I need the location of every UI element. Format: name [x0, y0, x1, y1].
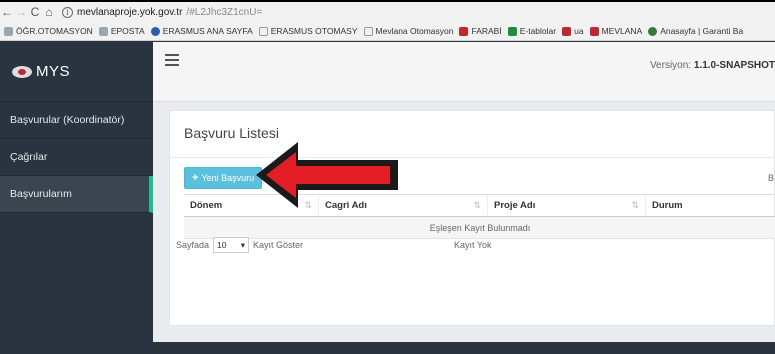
bookmark-e-tablolar[interactable]: E-tablolar	[507, 26, 556, 36]
column-header-proje-adi[interactable]: Proje Adı ⇅	[488, 195, 646, 216]
clover-icon	[648, 26, 658, 36]
version-info: Versiyon: 1.1.0-SNAPSHOT	[649, 60, 775, 71]
record-status: Kayıt Yok	[454, 240, 492, 250]
address-bar[interactable]: i mevlanaproje.yok.gov.tr/#L2Jhc3Z1cnU=	[62, 6, 263, 18]
document-icon	[258, 26, 268, 36]
page-size-select[interactable]: 10 ▾	[213, 237, 250, 253]
caret-down-icon: ▾	[240, 239, 246, 250]
yok-logo-icon	[459, 26, 469, 36]
search-label: B	[767, 173, 774, 183]
footer-strip	[153, 342, 775, 354]
new-application-button[interactable]: + Yeni Başvuru	[184, 167, 263, 189]
brand[interactable]: MYS	[0, 42, 153, 102]
bookmark-mevlana[interactable]: MEVLANA	[589, 26, 642, 36]
forward-icon[interactable]: →	[14, 3, 28, 21]
info-icon[interactable]: i	[62, 6, 73, 18]
top-bar: Versiyon: 1.1.0-SNAPSHOT	[153, 42, 775, 102]
bookmark-mevlana-otomasyon[interactable]: Mevlana Otomasyon	[363, 26, 453, 36]
column-header-durum[interactable]: Durum	[646, 195, 775, 216]
globe-icon	[150, 26, 160, 36]
sidebar-item-basvurularim[interactable]: Başvurularım	[0, 176, 153, 213]
sort-icon: ⇅	[473, 200, 481, 210]
page-icon	[98, 26, 108, 36]
yok-logo-icon	[12, 65, 32, 78]
flag-icon	[562, 26, 572, 36]
bookmarks-bar: ÖĞR.OTOMASYON EPOSTA ERASMUS ANA SAYFA E…	[0, 22, 775, 41]
browser-toolbar: ← → C ⌂ i mevlanaproje.yok.gov.tr/#L2Jhc…	[0, 0, 775, 22]
bookmark-erasmus-ana[interactable]: ERASMUS ANA SAYFA	[150, 26, 253, 36]
main-content: Başvuru Listesi + Yeni Başvuru B Dönem ⇅ …	[153, 102, 775, 354]
page-title: Başvuru Listesi	[184, 125, 279, 141]
sidebar-item-label: Çağrılar	[10, 151, 48, 163]
page-size-suffix: Kayıt Göster	[253, 240, 304, 250]
bookmark-ua[interactable]: ua	[562, 26, 584, 36]
document-icon	[363, 26, 373, 36]
back-icon[interactable]: ←	[0, 3, 14, 21]
bookmark-farabi[interactable]: FARABİ	[459, 26, 502, 36]
spreadsheet-icon	[507, 26, 517, 36]
sidebar: MYS Başvurular (Koordinatör) Çağrılar Ba…	[0, 42, 153, 354]
bookmark-eposta[interactable]: EPOSTA	[98, 26, 145, 36]
url-host: mevlanaproje.yok.gov.tr	[77, 6, 183, 18]
bookmark-ogr-otomasyon[interactable]: ÖĞR.OTOMASYON	[4, 26, 93, 36]
empty-table-row: Eşleşen Kayıt Bulunmadı	[184, 217, 775, 239]
menu-icon[interactable]	[165, 54, 179, 66]
page-size-prefix: Sayfada	[176, 240, 210, 250]
empty-message: Eşleşen Kayıt Bulunmadı	[429, 222, 531, 233]
reload-icon[interactable]: C	[28, 3, 42, 21]
home-icon[interactable]: ⌂	[42, 3, 56, 21]
bookmark-garanti[interactable]: Anasayfa | Garanti Ba	[648, 26, 743, 36]
page-icon	[4, 26, 13, 36]
sidebar-item-basvurular-koordinator[interactable]: Başvurular (Koordinatör)	[0, 102, 153, 139]
bookmark-erasmus-otomasyon[interactable]: ERASMUS OTOMASY	[258, 26, 358, 36]
sidebar-item-cagrilar[interactable]: Çağrılar	[0, 139, 153, 176]
sidebar-item-label: Başvurular (Koordinatör)	[10, 114, 125, 126]
yok-logo-icon	[589, 26, 599, 36]
brand-name: MYS	[36, 63, 71, 80]
version-value: 1.1.0-SNAPSHOT	[693, 60, 775, 71]
sort-icon: ⇅	[631, 200, 639, 210]
annotation-arrow-icon	[256, 142, 398, 208]
url-path: /#L2Jhc3Z1cnU=	[186, 6, 263, 18]
page-size-control: Sayfada 10 ▾ Kayıt Göster	[176, 237, 303, 253]
plus-icon: +	[192, 172, 199, 184]
new-application-label: Yeni Başvuru	[201, 173, 255, 183]
sidebar-item-label: Başvurularım	[10, 188, 72, 200]
